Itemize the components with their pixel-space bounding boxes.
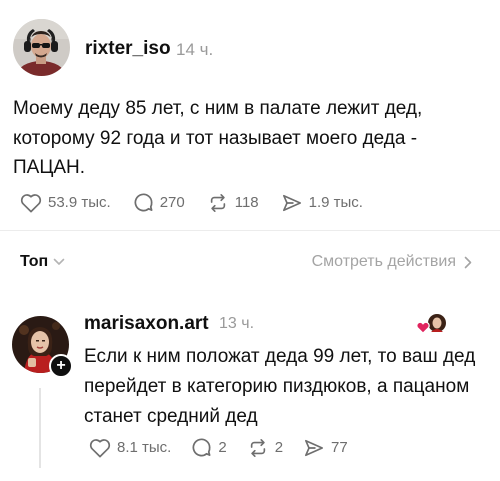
plus-icon: +	[56, 357, 66, 374]
repost-button[interactable]: 118	[207, 193, 259, 213]
reply-repost-count: 2	[274, 439, 284, 456]
reply-share-button[interactable]: 77	[303, 438, 348, 458]
follow-plus-button[interactable]: +	[49, 354, 73, 378]
post-timestamp: 14 ч.	[176, 40, 214, 59]
sort-label: Топ	[20, 253, 49, 270]
author-liked-badge	[414, 313, 448, 335]
post-action-bar: 53.9 тыс. 270 118 1.9 тыс.	[20, 192, 385, 213]
repost-count: 118	[234, 194, 259, 211]
section-divider	[0, 230, 500, 231]
like-button[interactable]: 53.9 тыс.	[20, 193, 111, 213]
share-count: 1.9 тыс.	[308, 194, 363, 211]
heart-icon	[416, 321, 430, 334]
reply-author-username[interactable]: marisaxon.art	[84, 313, 209, 335]
reply-share-count: 77	[331, 439, 348, 456]
view-activity-label: Смотреть действия	[311, 253, 456, 270]
reply-reply-count: 2	[218, 439, 227, 456]
reply-reply-button[interactable]: 2	[191, 437, 227, 458]
reply-action-bar: 8.1 тыс. 2 2 77	[89, 437, 368, 458]
reply-count: 270	[159, 194, 185, 211]
reply-text: Если к ним положат деда 99 лет, то ваш д…	[84, 346, 476, 427]
reply-timestamp: 13 ч.	[219, 315, 255, 332]
sort-dropdown[interactable]: Топ	[20, 253, 65, 271]
chevron-right-icon	[464, 256, 472, 268]
post-author-avatar[interactable]	[13, 19, 70, 76]
share-button[interactable]: 1.9 тыс.	[281, 193, 363, 213]
thread-line	[39, 388, 41, 468]
repost-icon	[210, 193, 225, 212]
view-activity-link[interactable]: Смотреть действия	[312, 253, 472, 271]
reply-icon	[134, 193, 153, 212]
reply-like-button[interactable]: 8.1 тыс.	[89, 438, 171, 458]
reply-repost-button[interactable]: 2	[247, 438, 283, 458]
chevron-down-icon	[53, 258, 65, 265]
heart-icon	[89, 438, 111, 457]
reply-button[interactable]: 270	[133, 192, 185, 213]
repost-icon	[250, 438, 265, 457]
heart-icon	[20, 193, 42, 212]
post-author-username[interactable]: rixter_iso	[85, 38, 171, 60]
like-count: 53.9 тыс.	[48, 194, 111, 211]
post-text: Моему деду 85 лет, с ним в палате лежит …	[13, 98, 423, 178]
replies-sort-row: Топ Смотреть действия	[0, 250, 500, 278]
share-icon	[305, 439, 324, 456]
reply-like-count: 8.1 тыс.	[117, 439, 172, 456]
reply-icon	[192, 438, 211, 457]
share-icon	[282, 194, 301, 211]
